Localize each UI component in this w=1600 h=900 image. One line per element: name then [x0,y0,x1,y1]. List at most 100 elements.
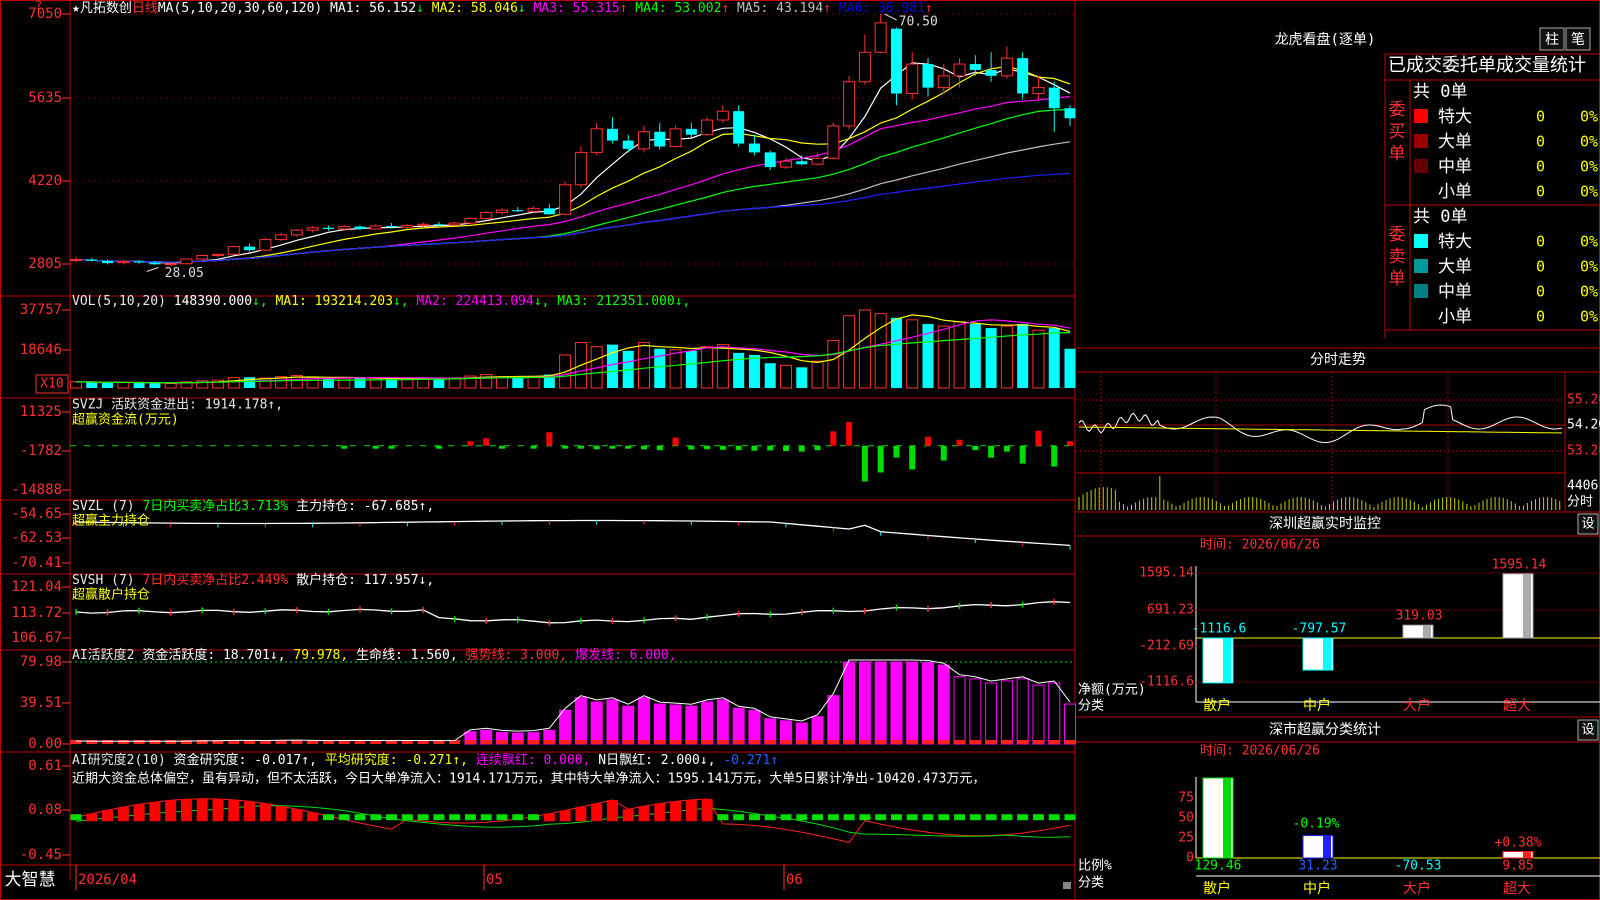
candle-down [969,64,981,70]
volume-bar-up [874,313,887,389]
svsh-axis-label: 113.72 [11,605,62,621]
volume-bar-up [811,360,824,389]
research-line [75,798,1071,843]
intraday-axis-label: 54.20 [1567,418,1600,433]
svzj-bar-outflow [940,445,947,461]
monitor-axis-label: 691.23 [1147,603,1194,618]
svzl-axis-label: -54.65 [11,506,62,522]
buy-color-swatch [1414,159,1428,173]
svzj-bar-outflow [388,445,395,449]
ai1-header: AI活跃度2 资金活跃度: 18.701↓, 79.978, 生命线: 1.56… [72,647,677,663]
svzl-header-part-1: 7日内买卖净占比3.713% [142,498,296,514]
research-bar-red [244,801,256,822]
classify-bar-retail-shade [1223,778,1231,858]
activity-bar [890,661,903,745]
volume-bar-up [527,376,540,389]
volume-bar-down [1017,323,1029,388]
ai2-commentary: 近期大资金总体偏空，虽有异动，但不太活跃，今日大单净流入：1914.171万元，… [72,771,985,787]
research-bar-green [780,814,792,821]
research-bar-red [180,799,192,822]
activity-base-bar [149,740,161,744]
ai1-header-part-0: AI活跃度2 [72,647,142,663]
vol-ma-line-3 [75,332,1071,384]
classify-category-label: 散户 [1203,880,1231,897]
activity-base-bar [748,740,760,744]
monitor-settings-label: 设 [1581,517,1594,532]
main-panel-header-part-13: ↑ [823,1,839,16]
monitor-bar-large-shade [1423,625,1431,638]
candle-down [133,261,145,263]
svzl-subheader: 超赢主力持仓 [72,513,150,529]
buy-side-label: 买 [1389,122,1406,142]
monitor-category-label: 超大 [1503,698,1531,714]
candle-up [496,209,508,213]
sell-row-name: 中单 [1438,282,1472,302]
activity-base-bar [496,740,508,744]
svsh-header-part-1: 7日内买卖净占比2.449% [142,572,296,588]
classify-title: 深市超赢分类统计 [1269,721,1381,738]
activity-bar [669,704,682,745]
svzj-bar-outflow [719,445,726,450]
main-panel-header-part-10: MA4: 53.002 [635,1,721,16]
buy-color-swatch [1414,134,1428,148]
research-bar-green [954,814,966,821]
research-bar-green [985,814,997,821]
candle-down [102,260,114,264]
xaxis-label: 2026/04 [78,872,137,888]
research-bar-green [890,814,902,821]
candle-down [764,152,776,168]
candle-up [401,224,414,228]
svsh-header: SVSH (7) 7日内买卖净占比2.449% 散户持仓: 117.957↓, [72,572,434,588]
lock-icon[interactable] [1063,882,1071,889]
vol-panel-header-part-7: MA3: 212351.000 [557,294,674,309]
activity-base-bar [1064,740,1076,744]
monitor-axis-label: -212.69 [1139,639,1194,654]
vol-panel-header-part-6: ↓, [534,294,557,309]
main-panel-header-part-7: ↓ [518,1,534,16]
ma-line-2 [75,65,1071,263]
sell-total: 共 0单 [1413,207,1467,227]
monitor-xlabel: 分类 [1078,699,1104,714]
volume-bar-up [780,364,792,389]
activity-base-bar [733,740,745,744]
activity-bar [811,716,824,745]
activity-bar [559,709,572,745]
ai2-axis-label: -0.45 [20,847,62,863]
sell-side-label: 委 [1389,225,1406,245]
candle-up [290,229,303,236]
candle-up [1000,57,1013,77]
activity-bar [1064,703,1076,745]
candle-up [306,227,319,231]
activity-base-bar [890,740,902,744]
buy-total: 共 0单 [1413,82,1467,102]
longhu-title: 龙虎看盘(逐单) [1275,31,1376,48]
svsh-subheader: 超赢散户持仓 [72,587,150,603]
candle-down [606,128,618,141]
classify-settings-label: 设 [1581,723,1594,738]
candle-up [212,253,224,256]
main-panel-header-part-15: ↑ [925,1,933,16]
candle-up [874,22,887,53]
monitor-ylabel: 净额(万元) [1078,683,1146,698]
svzj-bar-inflow [1067,441,1073,446]
activity-bar [685,705,698,745]
monitor-category-label: 散户 [1203,697,1231,714]
volume-bar-up [259,377,272,389]
classify-axis-label: 25 [1178,831,1194,846]
candle-up [259,239,272,251]
price-axis-label: 4220 [28,173,62,189]
classify-axis-label: 0 [1186,851,1194,866]
volume-bar-up [906,319,919,389]
activity-base-bar [922,740,934,744]
svzj-bar-inflow [830,431,837,446]
classify-xlabel: 分类 [1078,876,1104,891]
research-bar-green [843,814,855,821]
research-bar-green [906,814,918,821]
candle-up [70,259,82,262]
research-bar-green [827,814,839,821]
svzj-bar-outflow [656,445,663,451]
research-bar-red [670,801,682,822]
activity-base-bar [670,740,682,744]
low-pointer [146,266,159,272]
buy-row-name: 特大 [1438,107,1472,127]
